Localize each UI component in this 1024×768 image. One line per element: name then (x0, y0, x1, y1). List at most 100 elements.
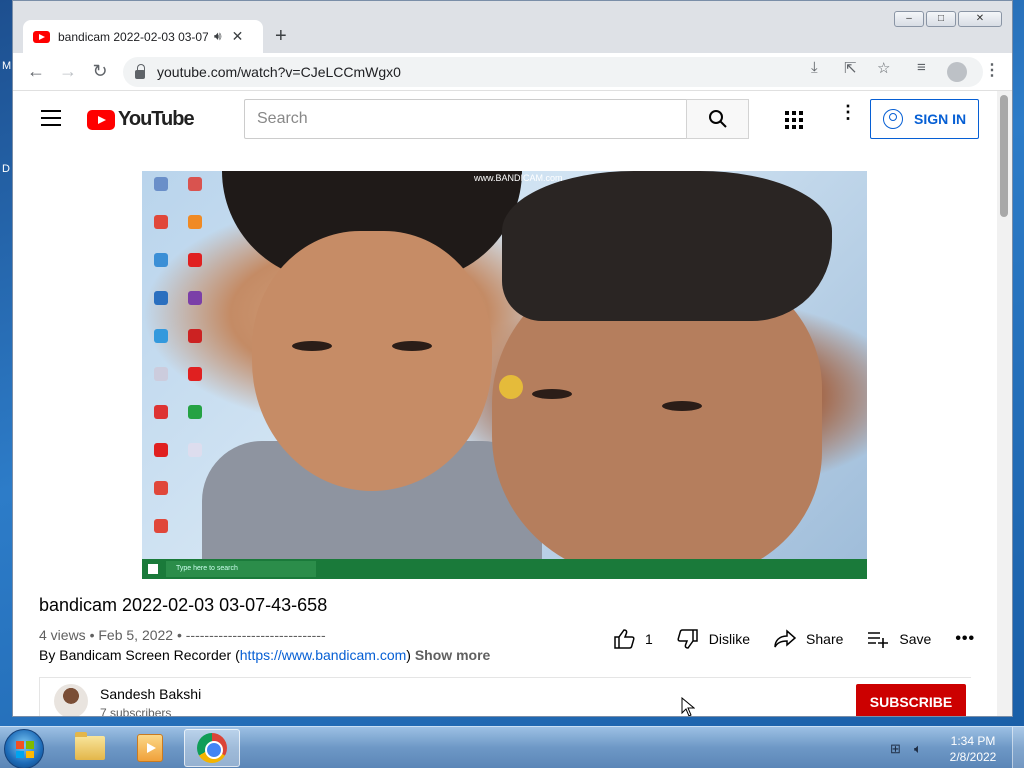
tab-strip: bandicam 2022-02-03 03-07 🔊︎ ✕ + – □ ✕ (13, 1, 1012, 53)
thumbs-up-icon (614, 629, 635, 649)
tab-title: bandicam 2022-02-03 03-07 (58, 29, 208, 44)
video-meta: 4 views • Feb 5, 2022 • ----------------… (39, 627, 326, 643)
video-inner-start-icon (148, 564, 158, 574)
channel-avatar[interactable] (54, 684, 88, 716)
clock-date: 2/8/2022 (949, 750, 997, 764)
video-title: bandicam 2022-02-03 03-07-43-658 (39, 595, 328, 615)
video-desktop-icon (188, 367, 202, 381)
video-frame-eye (662, 401, 702, 411)
video-inner-search-box: Type here to search (166, 561, 316, 577)
lock-icon[interactable] (135, 63, 145, 79)
windows-taskbar: ⊞ 🔈︎ 1:34 PM 2/8/2022 (0, 726, 1024, 768)
speaker-icon[interactable]: 🔊︎ (214, 29, 222, 44)
video-frame-eye (292, 341, 332, 351)
byline-prefix: By Bandicam Screen Recorder ( (39, 647, 240, 663)
subscribe-button[interactable]: SUBSCRIBE (856, 684, 966, 716)
hamburger-menu-icon[interactable] (41, 110, 61, 131)
youtube-apps-icon[interactable] (785, 111, 803, 129)
volume-icon[interactable]: 🔈︎ (914, 741, 922, 757)
tab-youtube-video[interactable]: bandicam 2022-02-03 03-07 🔊︎ ✕ (23, 20, 263, 53)
video-desktop-icon (188, 253, 202, 267)
dislike-button[interactable]: Dislike (677, 629, 750, 649)
chrome-menu-icon[interactable]: ⋮ (984, 60, 1000, 80)
start-button[interactable] (4, 729, 44, 768)
show-more-link[interactable]: Show more (415, 647, 490, 663)
reload-icon[interactable]: ↻ (89, 61, 111, 82)
youtube-logo-text: YouTube (118, 108, 195, 130)
bandicam-link[interactable]: https://www.bandicam.com (240, 647, 407, 663)
browser-toolbar: ← → ↻ youtube.com/watch?v=CJeLCCmWgx0 ⤓ … (13, 53, 1012, 91)
video-desktop-icon (154, 405, 168, 419)
video-desktop-icon (154, 177, 168, 191)
playlist-add-icon (868, 632, 889, 648)
maximize-button[interactable]: □ (926, 11, 956, 27)
channel-row: Sandesh Bakshi 7 subscribers SUBSCRIBE (39, 677, 971, 717)
desktop-icon-label-partial[interactable]: M (2, 60, 11, 72)
install-app-icon[interactable]: ⤓ (811, 59, 818, 76)
windows-logo-icon (16, 741, 34, 758)
channel-name[interactable]: Sandesh Bakshi (100, 686, 201, 702)
forward-arrow-icon[interactable]: → (57, 61, 79, 82)
video-desktop-icon (188, 177, 202, 191)
video-desktop-icon (154, 253, 168, 267)
bookmark-star-icon[interactable]: ☆ (877, 59, 890, 77)
save-button[interactable]: Save (867, 629, 931, 649)
sign-in-button[interactable]: SIGN IN (870, 99, 979, 139)
youtube-logo[interactable]: YouTube (87, 108, 195, 131)
page-scrollbar[interactable] (997, 91, 1012, 716)
search-input[interactable]: Search (244, 99, 687, 139)
video-actions: 1 Dislike Share Save ••• (613, 629, 997, 649)
network-icon[interactable]: ⊞ (890, 741, 901, 757)
video-player[interactable]: www.BANDICAM.com Type here to search (142, 171, 867, 579)
video-desktop-icon (188, 405, 202, 419)
video-desktop-icons (142, 171, 222, 559)
close-tab-icon[interactable]: ✕ (232, 28, 244, 45)
youtube-favicon-icon (33, 30, 50, 43)
profile-avatar-icon[interactable] (947, 62, 967, 82)
video-desktop-icon (188, 443, 202, 457)
new-tab-button[interactable]: + (275, 25, 287, 48)
video-frame-eye (532, 389, 572, 399)
show-desktop-button[interactable] (1012, 727, 1024, 768)
mouse-pointer-icon (681, 697, 695, 716)
bandicam-watermark: www.BANDICAM.com (474, 173, 563, 183)
chrome-icon (197, 733, 227, 763)
search-icon (709, 110, 727, 128)
share-page-icon[interactable]: ⇱ (844, 59, 857, 77)
like-button[interactable]: 1 (613, 629, 653, 649)
desktop-icon-label-partial[interactable]: D (2, 163, 10, 175)
settings-more-icon[interactable]: ⋮ (839, 103, 857, 121)
video-desktop-icon (188, 329, 202, 343)
save-label: Save (899, 631, 932, 647)
close-window-button[interactable]: ✕ (958, 11, 1002, 27)
more-actions-button[interactable]: ••• (955, 630, 975, 648)
share-button[interactable]: Share (774, 629, 843, 649)
video-desktop-icon (154, 291, 168, 305)
video-description: By Bandicam Screen Recorder (https://www… (39, 647, 490, 663)
subscriber-count: 7 subscribers (100, 706, 172, 717)
scrollbar-thumb[interactable] (1000, 95, 1008, 217)
taskbar-media-player[interactable] (122, 729, 178, 767)
folder-icon (75, 732, 105, 760)
minimize-button[interactable]: – (894, 11, 924, 27)
url-text[interactable]: youtube.com/watch?v=CJeLCCmWgx0 (157, 64, 401, 80)
byline-suffix: ) (406, 647, 411, 663)
account-circle-icon (883, 109, 903, 129)
video-inner-taskbar: Type here to search (142, 559, 867, 579)
search-button[interactable] (686, 99, 749, 139)
video-frame-face-child (252, 231, 492, 491)
back-arrow-icon[interactable]: ← (25, 61, 47, 82)
video-desktop-icon (154, 215, 168, 229)
video-frame-hair (502, 171, 832, 321)
taskbar-explorer[interactable] (62, 729, 118, 767)
taskbar-chrome[interactable] (184, 729, 240, 767)
media-control-icon[interactable]: ≡ (917, 59, 926, 76)
video-desktop-icon (154, 481, 168, 495)
system-clock[interactable]: 1:34 PM 2/8/2022 (942, 733, 1004, 765)
youtube-page: YouTube Search ⋮ SIGN IN www.BANDICAM.co… (13, 91, 997, 717)
video-desktop-icon (154, 367, 168, 381)
media-player-icon (137, 734, 163, 762)
video-desktop-icon (154, 329, 168, 343)
video-frame-eye (392, 341, 432, 351)
video-desktop-icon (188, 215, 202, 229)
